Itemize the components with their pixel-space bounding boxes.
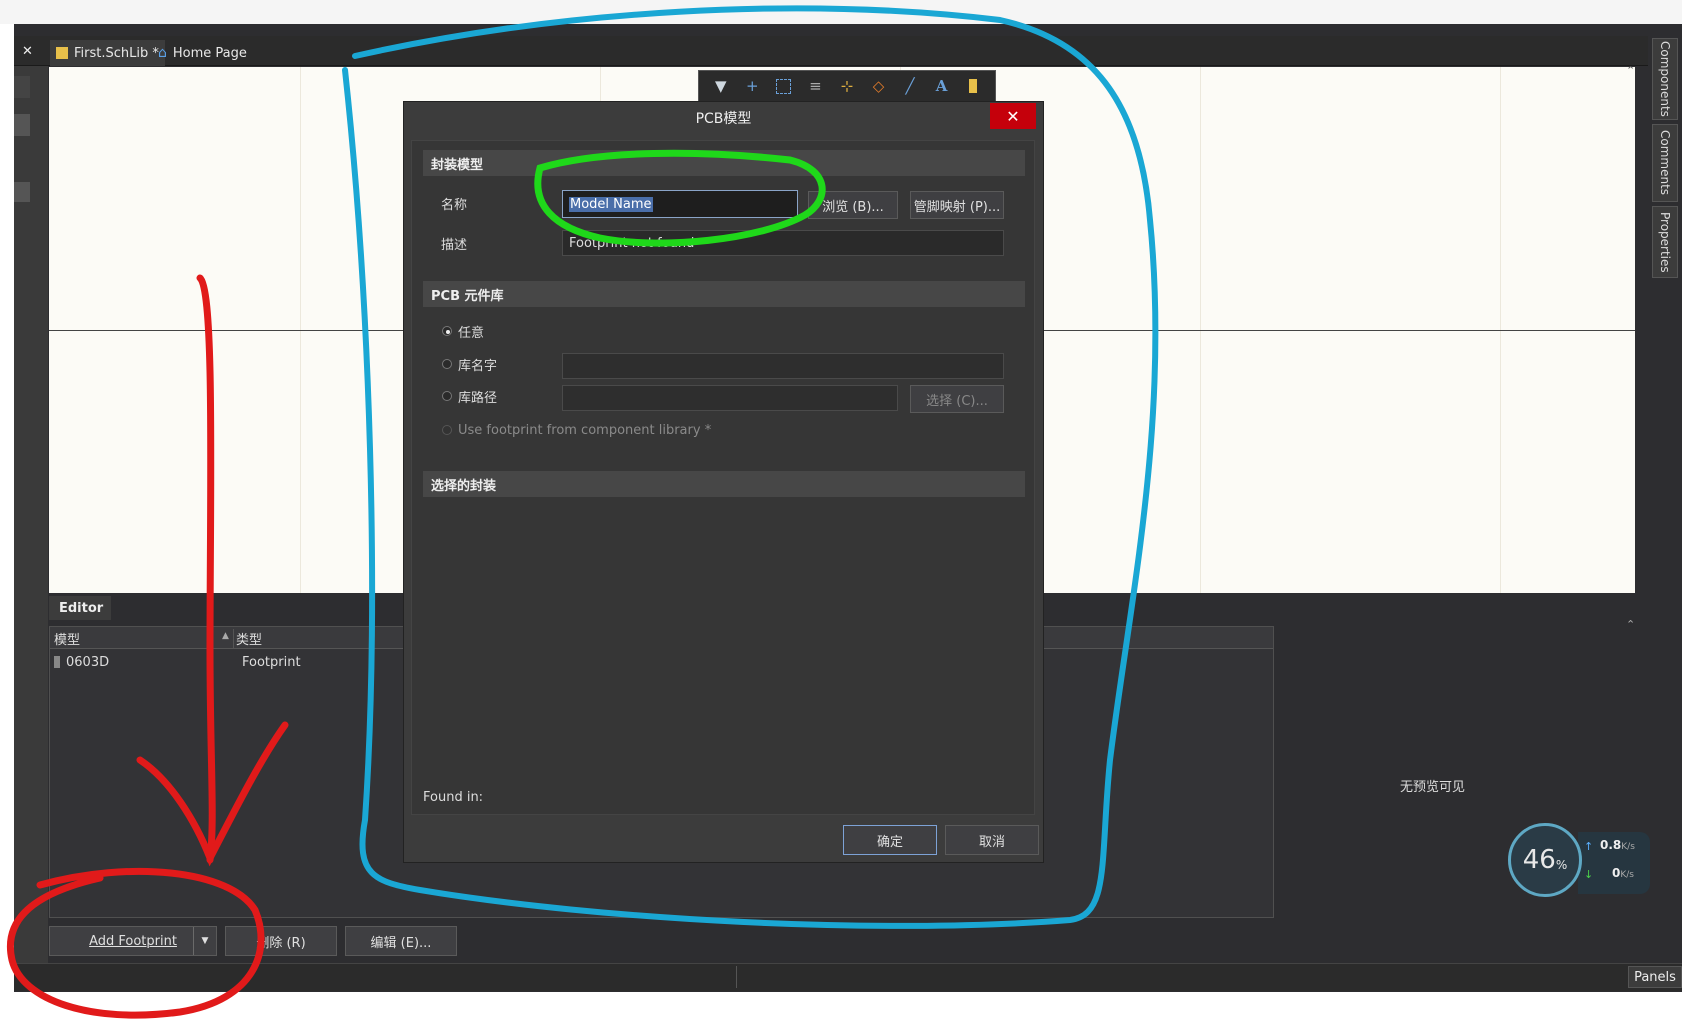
- green-circle-annotation: [534, 149, 826, 247]
- annotation-overlay: [6, 5, 1159, 1019]
- red-circle-annotation: [6, 867, 265, 1019]
- blue-circle-annotation: [342, 5, 1159, 929]
- red-arrow-shaft: [196, 274, 216, 864]
